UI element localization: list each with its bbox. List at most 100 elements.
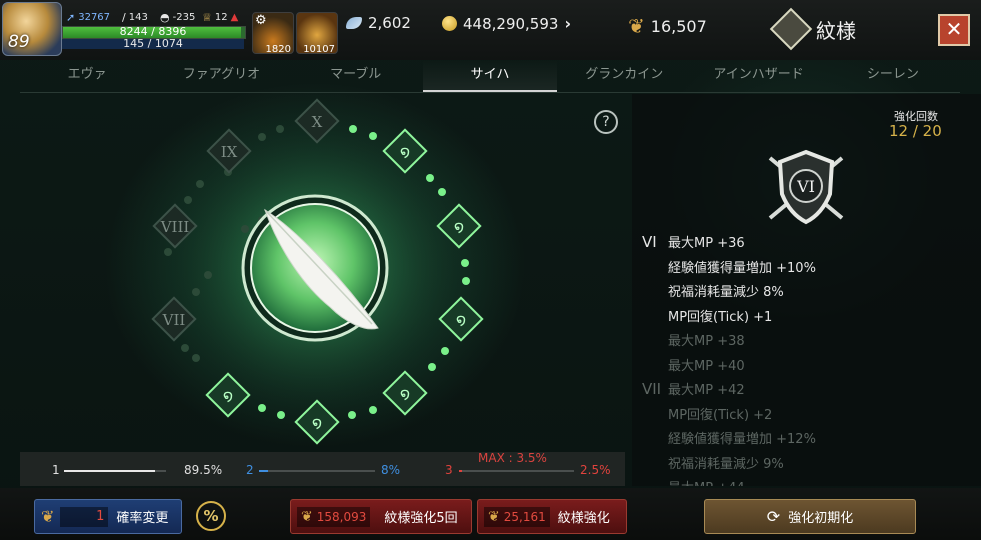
effect-row: 最大MP +40 xyxy=(642,355,745,374)
alert-triangle-icon: ▲ xyxy=(230,12,239,23)
numeral-x: X xyxy=(312,113,323,131)
effect-text: 最大MP +36 xyxy=(668,236,745,251)
numeral-viii: VIII xyxy=(160,218,190,236)
potion-count: 1820 xyxy=(265,44,291,55)
tab-shilen[interactable]: シーレン xyxy=(826,60,960,92)
enhance-cost: ❦ 25,161 xyxy=(484,506,550,527)
tab-eva[interactable]: エヴァ xyxy=(20,60,154,92)
laurel-icon: ❦ xyxy=(488,508,500,525)
gold-currency[interactable]: 448,290,593 › xyxy=(442,14,571,33)
enhance-5-button[interactable]: ❦ 158,093 紋様強化5回 xyxy=(290,499,472,534)
sword-icon: / xyxy=(122,11,126,24)
effect-text: 最大MP +38 xyxy=(668,334,745,349)
effect-list: VI 最大MP +36 経験値獲得量増加 +10% 祝福消耗量減少 8% MP回復(Ti… xyxy=(642,232,962,486)
prob-2-index: 2 xyxy=(246,463,254,477)
change-rate-button[interactable]: ❦ 1 確率変更 xyxy=(34,499,182,534)
page-title: 紋様 xyxy=(769,7,856,51)
tab-bar: エヴァ ファアグリオ マーブル サイハ グランカイン アインハザード シーレン xyxy=(20,60,960,93)
gear-icon[interactable]: ⚙ xyxy=(255,13,267,28)
power-stat: ➚ 32767 xyxy=(66,11,111,24)
scroll-item[interactable]: 10107 xyxy=(296,12,338,55)
power-icon: ➚ xyxy=(66,11,76,24)
tab-einhasad[interactable]: アインハザード xyxy=(691,60,825,92)
swirl-icon: ໑ xyxy=(400,384,410,403)
swirl-icon: ໑ xyxy=(454,217,464,236)
laurel-icon: ❦ xyxy=(628,14,645,38)
effect-tier: VI xyxy=(642,233,657,251)
prob-1-index: 1 xyxy=(52,463,60,477)
effect-tier: VII xyxy=(642,380,662,398)
effect-row: VII 最大MP +42 xyxy=(642,379,745,398)
enhance-label: 紋様強化 xyxy=(557,511,610,526)
prob-3-value: 2.5% xyxy=(580,463,611,477)
help-button[interactable]: ? xyxy=(594,110,618,134)
tab-grankain[interactable]: グランカイン xyxy=(557,60,691,92)
swirl-icon: ໑ xyxy=(400,142,410,161)
effect-row: 祝福消耗量減少 8% xyxy=(642,281,784,300)
effect-text: 経験値獲得量増加 +10% xyxy=(668,260,816,276)
prob-3-index: 3 xyxy=(445,463,453,477)
trophy-stat: ♕ 12 ▲ xyxy=(202,11,239,24)
prob-2-value: 8% xyxy=(381,463,401,477)
rate-label: 確率変更 xyxy=(116,511,169,526)
effect-row: VI 最大MP +36 xyxy=(642,232,745,251)
prob-2-track xyxy=(259,470,375,472)
trophy-icon: ♕ xyxy=(202,11,212,24)
feather-icon xyxy=(346,17,362,29)
numeral-vii: VII xyxy=(162,311,186,329)
effect-row: 最大MP +44 xyxy=(642,477,745,486)
sword-stat: /143 xyxy=(122,11,148,24)
max-label: MAX : 3.5% xyxy=(478,451,547,465)
mp-text: 145 / 1074 xyxy=(123,37,183,50)
close-button[interactable]: ✕ xyxy=(938,14,970,46)
numeral-ix: IX xyxy=(221,143,238,161)
crest-emblem-icon xyxy=(769,7,813,51)
feather-currency: 2,602 xyxy=(346,14,411,32)
effect-text: 祝福消耗量減少 9% xyxy=(668,456,784,472)
effect-row: 最大MP +38 xyxy=(642,330,745,349)
crest-numeral: VI xyxy=(796,177,815,196)
helm-icon: ◓ xyxy=(160,11,170,24)
center-orb[interactable] xyxy=(241,194,389,342)
prob-1-track xyxy=(64,470,166,472)
enhance-5-cost: ❦ 158,093 xyxy=(297,506,371,527)
effect-text: 最大MP +40 xyxy=(668,358,745,374)
effect-text: MP回復(Tick) +2 xyxy=(668,407,773,423)
enhance-button[interactable]: ❦ 25,161 紋様強化 xyxy=(477,499,627,534)
close-icon[interactable]: ✕ xyxy=(946,17,963,41)
gold-coin-icon xyxy=(442,16,457,31)
laurel-icon: ❦ xyxy=(301,508,313,525)
prob-3-track xyxy=(459,470,574,472)
effect-text: 最大MP +42 xyxy=(668,383,745,398)
question-icon[interactable]: ? xyxy=(602,114,609,130)
pattern-ring: X IX VIII VII ໑ ໑ ໑ ໑ ໑ ໑ xyxy=(151,98,484,445)
helm-stat: ◓ -235 xyxy=(160,11,196,24)
effect-text: 祝福消耗量減少 8% xyxy=(668,285,784,300)
player-level: 89 xyxy=(8,32,30,52)
reset-enhance-button[interactable]: ⟳ 強化初期化 xyxy=(704,499,916,534)
reset-label: 強化初期化 xyxy=(788,511,854,526)
scroll-count: 10107 xyxy=(303,44,335,55)
enhance-count-value: 12 / 20 xyxy=(889,122,942,140)
swirl-icon: ໑ xyxy=(312,413,322,432)
effect-row: 祝福消耗量減少 9% xyxy=(642,453,784,472)
refresh-icon: ⟳ xyxy=(766,507,781,526)
chevron-right-icon[interactable]: › xyxy=(564,14,571,33)
laurel-currency: ❦ 16,507 xyxy=(628,14,707,38)
effect-row: 経験値獲得量増加 +12% xyxy=(642,428,816,447)
swirl-icon: ໑ xyxy=(456,310,466,329)
effect-text: 経験値獲得量増加 +12% xyxy=(668,432,816,447)
laurel-icon: ❦ xyxy=(41,507,55,526)
effect-text: 最大MP +44 xyxy=(668,481,745,486)
crest-shield: VI xyxy=(768,149,844,225)
tab-marble[interactable]: マーブル xyxy=(289,60,423,92)
percent-button[interactable]: % xyxy=(196,501,226,531)
tab-saiha[interactable]: サイハ xyxy=(422,60,558,92)
tab-faagrio[interactable]: ファアグリオ xyxy=(154,60,288,92)
effect-row: MP回復(Tick) +2 xyxy=(642,404,772,423)
swirl-icon: ໑ xyxy=(223,386,233,405)
rate-count: 1 xyxy=(60,506,109,527)
potion-item[interactable]: ⚙ 1820 xyxy=(252,12,294,55)
enhance-5-label: 紋様強化5回 xyxy=(384,511,458,526)
effect-text: MP回復(Tick) +1 xyxy=(668,309,773,325)
